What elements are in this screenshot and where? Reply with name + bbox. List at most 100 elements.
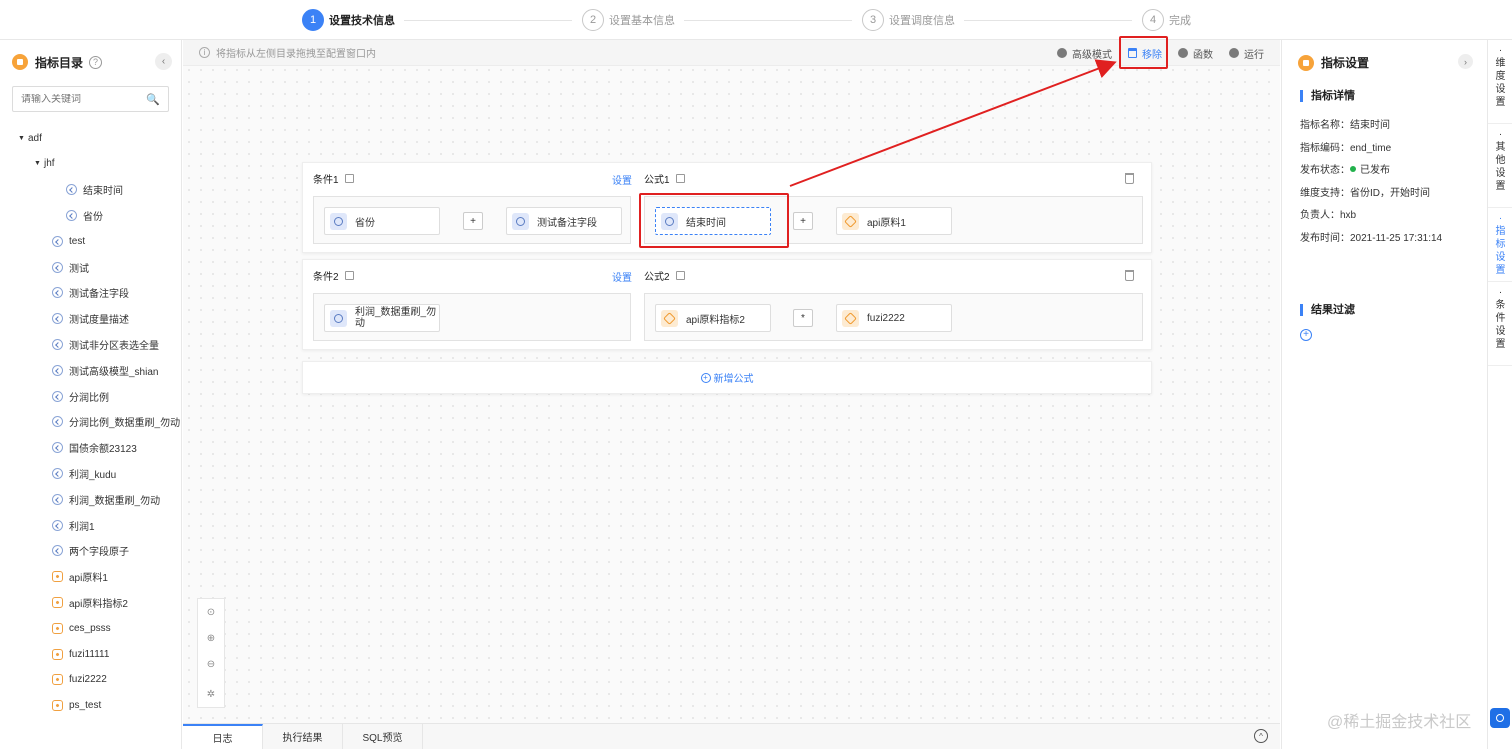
zoom-toolbar: ⊙ ⊕ ⊖ ✲ [197,598,225,708]
edit-icon[interactable] [344,174,354,183]
operator-button[interactable]: * [793,309,813,327]
operator-button[interactable]: + [793,212,813,230]
vtab-dimension-settings[interactable]: · 维度设置 [1488,40,1512,124]
tree-item-label: 分润比例_数据重刷_勿动 [69,418,181,430]
tab-log[interactable]: 日志 [183,724,263,749]
tab-execution-result[interactable]: 执行结果 [263,724,343,749]
metric-icon [52,571,63,583]
tree-item-label: fuzi11111 [69,648,110,660]
caret-down-icon[interactable]: ▼ [18,135,28,142]
fit-view-icon[interactable]: ⊙ [198,599,224,625]
tree-item[interactable]: api原料指标2 [52,593,128,611]
search-input[interactable] [21,93,141,105]
dimension-icon [52,235,63,247]
step-3[interactable]: 3 设置调度信息 [862,8,955,32]
dimension-icon [52,467,63,479]
bottom-tabs: 日志 执行结果 SQL预览 ^ [183,723,1280,749]
condition-chip[interactable]: 省份 [324,207,440,235]
help-icon[interactable]: ? [89,55,103,69]
dimension-icon [52,493,63,505]
tree-item[interactable]: ps_test [52,697,101,715]
step-4-number: 4 [1142,9,1164,31]
vtab-label: · 指标设置 [1488,212,1512,277]
condition-chip[interactable]: 利润_数据重刷_勿动 [324,304,440,332]
dimension-icon [52,519,63,531]
formula-chip[interactable]: api原料1 [836,207,952,235]
formula-2-dropzone[interactable]: api原料指标2 * fuzi2222 [644,293,1143,341]
vtab-dot-icon: · [1498,287,1503,298]
formula-chip[interactable]: fuzi2222 [836,304,952,332]
search-icon[interactable]: 🔍 [146,93,160,106]
add-filter-button[interactable]: + [1300,329,1312,341]
delete-row-icon[interactable] [1125,270,1134,281]
chip-label: fuzi2222 [867,312,905,324]
run-button[interactable]: 运行 [1229,46,1264,61]
tree-item[interactable]: test [52,232,85,250]
step-connector [964,20,1132,21]
tree-item[interactable]: 两个字段原子 [52,542,129,560]
tree-item[interactable]: 测试非分区表选全量 [52,335,159,353]
dimension-icon [52,313,63,325]
config-canvas[interactable]: i 将指标从左侧目录拖拽至配置窗口内 高级模式 移除 函数 运行 条件1 设置 … [183,40,1280,723]
tree-item-label: 结束时间 [83,186,123,198]
delete-row-icon[interactable] [1125,173,1134,184]
vtab-metric-settings[interactable]: · 指标设置 [1488,208,1512,282]
collapse-panel-button[interactable]: › [1458,54,1473,69]
edit-icon[interactable] [675,271,685,280]
tree-item[interactable]: 测试度量描述 [52,310,129,328]
tree-item[interactable]: 分润比例 [52,387,109,405]
condition-1-setting-link[interactable]: 设置 [612,172,632,187]
settings-icon[interactable]: ✲ [198,681,224,707]
zoom-out-icon[interactable]: ⊖ [198,651,224,677]
vtab-other-settings[interactable]: · 其他设置 [1488,124,1512,208]
tree-item[interactable]: 测试高级模型_shian [52,361,158,379]
tree-item[interactable]: 测试 [52,258,89,276]
tree-item[interactable]: 国债余额23123 [52,439,137,457]
tab-sql-preview[interactable]: SQL预览 [343,724,423,749]
tree-item[interactable]: ▼ adf [18,129,42,147]
edit-icon[interactable] [675,174,685,183]
condition-chip[interactable]: 测试备注字段 [506,207,622,235]
publish-time: 发布时间：2021-11-25 17:31:14 [1300,233,1443,244]
step-2-number: 2 [582,9,604,31]
tree-item[interactable]: fuzi2222 [52,671,107,689]
step-4[interactable]: 4 完成 [1142,8,1191,32]
tree-item[interactable]: 省份 [66,206,103,224]
tree-item[interactable]: api原料1 [52,568,108,586]
tree-item[interactable]: 利润_数据重刷_勿动 [52,490,160,508]
vtab-condition-settings[interactable]: · 条件设置 [1488,282,1512,366]
tree-item[interactable]: ces_psss [52,619,111,637]
advanced-mode-button[interactable]: 高级模式 [1057,46,1112,61]
step-2[interactable]: 2 设置基本信息 [582,8,675,32]
step-1[interactable]: 1 设置技术信息 [302,8,395,32]
condition-1-header: 条件1 [313,171,354,186]
assistant-icon[interactable] [1490,708,1510,728]
zoom-in-icon[interactable]: ⊕ [198,625,224,651]
function-button[interactable]: 函数 [1178,46,1213,61]
tree-item[interactable]: 利润_kudu [52,464,116,482]
condition-2-setting-link[interactable]: 设置 [612,269,632,284]
metric-icon [842,309,859,327]
formula-chip[interactable]: api原料指标2 [655,304,771,332]
catalog-icon [12,54,28,70]
chip-label: 测试备注字段 [537,217,597,229]
search-box[interactable]: 🔍 [12,86,169,112]
operator-button[interactable]: + [463,212,483,230]
tree-item[interactable]: ▼ jhf [34,155,55,173]
advanced-mode-icon [1057,48,1067,58]
tree-item-label: 利润_kudu [69,469,117,481]
condition-1-dropzone[interactable]: 省份 + 测试备注字段 [313,196,631,244]
tree-item[interactable]: 结束时间 [66,181,123,199]
tree-item[interactable]: 分润比例_数据重刷_勿动 [52,413,180,431]
drag-tip-text: 将指标从左侧目录拖拽至配置窗口内 [216,49,376,60]
canvas-toolbar: i 将指标从左侧目录拖拽至配置窗口内 高级模式 移除 函数 运行 [183,40,1280,66]
tree-item[interactable]: 利润1 [52,516,95,534]
add-formula-button[interactable]: + 新增公式 [302,361,1152,394]
edit-icon[interactable] [344,271,354,280]
condition-2-dropzone[interactable]: 利润_数据重刷_勿动 [313,293,631,341]
tree-item[interactable]: 测试备注字段 [52,284,129,302]
expand-panel-icon[interactable]: ^ [1254,729,1268,743]
tree-item[interactable]: fuzi11111 [52,645,109,663]
caret-down-icon[interactable]: ▼ [34,160,44,167]
collapse-sidebar-button[interactable]: ‹ [155,53,172,70]
